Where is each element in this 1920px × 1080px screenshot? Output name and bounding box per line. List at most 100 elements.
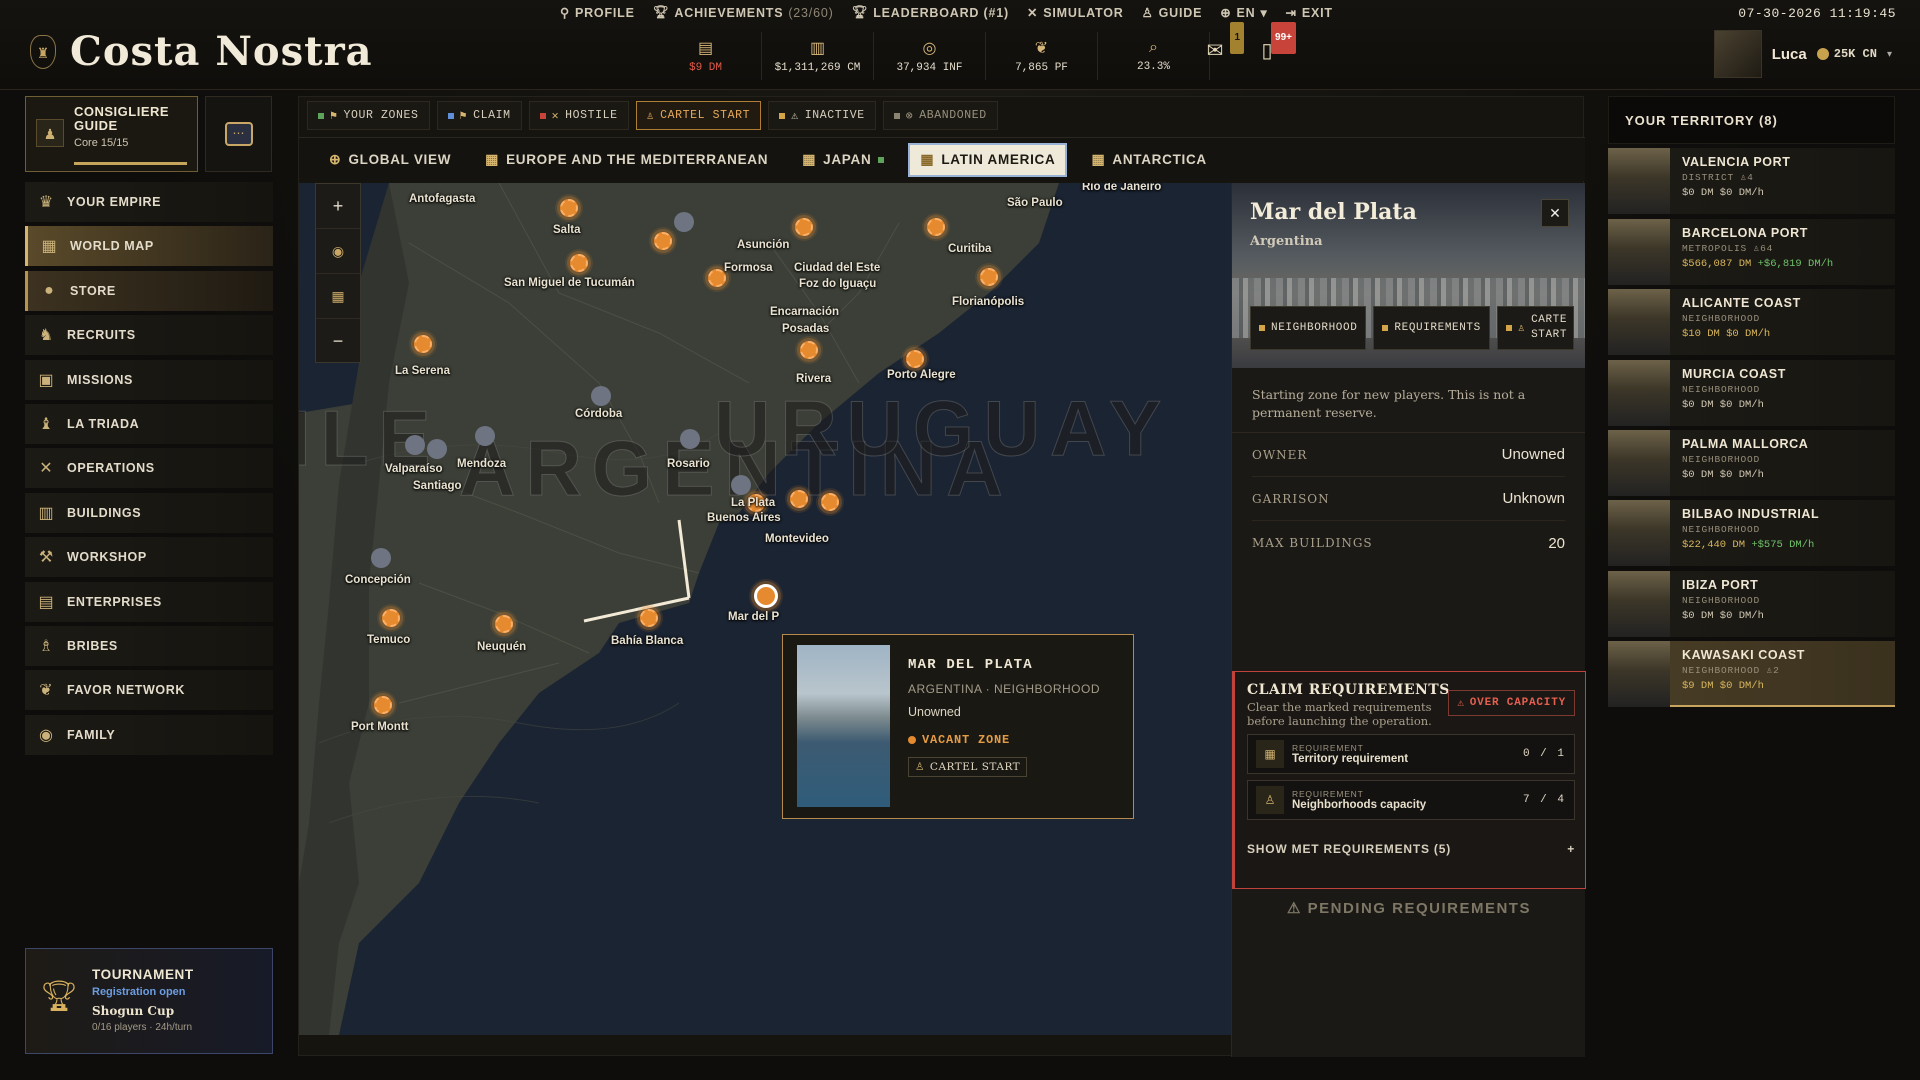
filter-claim[interactable]: ⚑ CLAIM bbox=[436, 101, 522, 130]
sidebar-item-world-map[interactable]: ▦ WORLD MAP bbox=[25, 226, 273, 267]
map-node[interactable] bbox=[927, 218, 945, 236]
tab-europe[interactable]: ▦ EUROPE AND THE MEDITERRANEAN bbox=[475, 143, 778, 177]
territory-item[interactable]: VALENCIA PORT DISTRICT ♙4 $0 DM $0 DM/h bbox=[1608, 148, 1895, 215]
sidebar-item-store[interactable]: ● STORE bbox=[25, 270, 273, 311]
territory-item[interactable]: PALMA MALLORCA NEIGHBORHOOD $0 DM $0 DM/h bbox=[1608, 429, 1895, 496]
tournament-card[interactable]: 🏆︎ TOURNAMENT Registration open Shogun C… bbox=[25, 948, 273, 1054]
close-button[interactable]: ✕ bbox=[1541, 199, 1569, 227]
user-menu[interactable]: Luca 25K CN ▾ bbox=[1713, 30, 1892, 78]
territory-header: YOUR TERRITORY (8) bbox=[1608, 96, 1895, 144]
zoom-in-button[interactable]: + bbox=[316, 184, 360, 229]
requirement-count: 0 / 1 bbox=[1522, 748, 1566, 760]
filter-inactive[interactable]: ⚠ INACTIVE bbox=[768, 101, 876, 130]
sidebar-item-family[interactable]: ◉ FAMILY bbox=[25, 714, 273, 755]
sidebar-item-workshop[interactable]: ⚒ WORKSHOP bbox=[25, 537, 273, 578]
nav-leaderboard[interactable]: 🏆︎ LEADERBOARD (#1) bbox=[852, 5, 1009, 20]
mail-icon[interactable]: ✉ 1 bbox=[1200, 22, 1244, 66]
tab-cartel-start[interactable]: ♙ CARTE START bbox=[1496, 306, 1575, 350]
show-met-requirements[interactable]: SHOW MET REQUIREMENTS (5) + bbox=[1247, 842, 1575, 856]
territory-item[interactable]: IBIZA PORT NEIGHBORHOOD $0 DM $0 DM/h bbox=[1608, 570, 1895, 637]
tab-global-view[interactable]: ⊕ GLOBAL VIEW bbox=[319, 143, 461, 177]
map-node[interactable] bbox=[414, 335, 432, 353]
locate-button[interactable]: ◉ bbox=[316, 229, 360, 274]
filter-your-zones[interactable]: ⚑ YOUR ZONES bbox=[307, 101, 430, 130]
map-node[interactable] bbox=[800, 341, 818, 359]
cartel-icon: ♙ bbox=[915, 761, 925, 773]
tab-japan[interactable]: ▦ JAPAN bbox=[792, 143, 894, 177]
tab-label: GLOBAL VIEW bbox=[348, 152, 452, 167]
filter-hostile[interactable]: ✕ HOSTILE bbox=[528, 101, 629, 130]
map-node[interactable] bbox=[680, 429, 700, 449]
resource-heat[interactable]: ⌕ 23.3% bbox=[1098, 32, 1210, 80]
zone-popup[interactable]: MAR DEL PLATA ARGENTINA · NEIGHBORHOOD U… bbox=[782, 634, 1134, 819]
consigliere-guide[interactable]: ♟ CONSIGLIERE GUIDE Core 15/15 bbox=[25, 96, 198, 172]
map-node[interactable] bbox=[427, 439, 447, 459]
territory-item[interactable]: BILBAO INDUSTRIAL NEIGHBORHOOD $22,440 DM … bbox=[1608, 500, 1895, 567]
city-label: Mar del P bbox=[728, 611, 780, 623]
map-node[interactable] bbox=[371, 548, 391, 568]
resource-clean-money[interactable]: ▥ $1,311,269 CM bbox=[762, 32, 874, 80]
sidebar-item-missions[interactable]: ▣ MISSIONS bbox=[25, 359, 273, 400]
map-canvas[interactable]: ILE ARGENTINA URUGUAY Antofagasta Salta … bbox=[299, 183, 1231, 1035]
map-node[interactable] bbox=[795, 218, 813, 236]
map-node[interactable] bbox=[640, 609, 658, 627]
sidebar-item-operations[interactable]: ✕ OPERATIONS bbox=[25, 448, 273, 489]
nav-exit[interactable]: ⇥ EXIT bbox=[1286, 5, 1333, 21]
map-node[interactable] bbox=[382, 609, 400, 627]
map-node[interactable] bbox=[570, 254, 588, 272]
phone-icon[interactable]: ▯ 99+ bbox=[1252, 22, 1296, 66]
guide-progress-bar bbox=[74, 162, 187, 165]
requirement-row[interactable]: ♙ REQUIREMENT Neighborhoods capacity 7 / … bbox=[1247, 780, 1575, 820]
map-mode-button[interactable]: ▦ bbox=[316, 274, 360, 319]
sidebar-item-la-triada[interactable]: ♝ LA TRIADA bbox=[25, 403, 273, 444]
filter-abandoned[interactable]: ⊗ ABANDONED bbox=[882, 101, 998, 130]
sidebar-item-favor-network[interactable]: ❦ FAVOR NETWORK bbox=[25, 670, 273, 711]
map-node-selected[interactable] bbox=[754, 584, 778, 608]
map-node[interactable] bbox=[821, 493, 839, 511]
chat-button[interactable]: ⋯ bbox=[205, 96, 272, 172]
pending-requirements-button[interactable]: ⚠ PENDING REQUIREMENTS bbox=[1232, 899, 1586, 917]
tab-latin-america[interactable]: ▦ LATIN AMERICA bbox=[908, 142, 1068, 177]
map-node[interactable] bbox=[591, 386, 611, 406]
map-node[interactable] bbox=[475, 426, 495, 446]
requirement-row[interactable]: ▦ REQUIREMENT Territory requirement 0 / 1 bbox=[1247, 734, 1575, 774]
map-node[interactable] bbox=[495, 615, 513, 633]
tab-antarctica[interactable]: ▦ ANTARCTICA bbox=[1081, 143, 1216, 177]
map-node[interactable] bbox=[654, 232, 672, 250]
map-node[interactable] bbox=[374, 696, 392, 714]
nav-guide[interactable]: ♙ GUIDE bbox=[1142, 5, 1203, 21]
territory-type: NEIGHBORHOOD bbox=[1682, 594, 1761, 606]
map-node[interactable] bbox=[405, 435, 425, 455]
resource-favor[interactable]: ❦ 7,865 PF bbox=[986, 32, 1098, 80]
map-node[interactable] bbox=[980, 268, 998, 286]
territory-item[interactable]: BARCELONA PORT METROPOLIS ♙64 $566,087 DM … bbox=[1608, 218, 1895, 285]
map-node[interactable] bbox=[560, 199, 578, 217]
zoom-out-button[interactable]: − bbox=[316, 319, 360, 364]
sidebar-item-your-empire[interactable]: ♛ YOUR EMPIRE bbox=[25, 182, 273, 222]
territory-item-selected[interactable]: KAWASAKI COAST NEIGHBORHOOD ♙2 $9 DM $0 DM… bbox=[1608, 641, 1895, 708]
nav-profile[interactable]: ⚲ PROFILE bbox=[560, 5, 635, 21]
nav-simulator[interactable]: ✕ SIMULATOR bbox=[1027, 5, 1124, 21]
map-node[interactable] bbox=[674, 212, 694, 232]
sidebar-item-recruits[interactable]: ♞ RECRUITS bbox=[25, 315, 273, 356]
resource-influence[interactable]: ◎ 37,934 INF bbox=[874, 32, 986, 80]
tab-requirements[interactable]: REQUIREMENTS bbox=[1373, 306, 1490, 350]
territory-item[interactable]: ALICANTE COAST NEIGHBORHOOD $10 DM $0 DM/h bbox=[1608, 289, 1895, 356]
nav-label: SIMULATOR bbox=[1043, 5, 1124, 20]
nav-achievements[interactable]: 🏆︎ ACHIEVEMENTS (23/60) bbox=[653, 5, 834, 20]
nav-label: EXIT bbox=[1301, 5, 1333, 20]
resource-dirty-money[interactable]: ▤ $9 DM bbox=[650, 32, 762, 80]
tab-neighborhood[interactable]: NEIGHBORHOOD bbox=[1250, 306, 1367, 350]
sidebar-item-enterprises[interactable]: ▤ ENTERPRISES bbox=[25, 581, 273, 622]
territory-item[interactable]: MURCIA COAST NEIGHBORHOOD $0 DM $0 DM/h bbox=[1608, 359, 1895, 426]
filter-cartel-start[interactable]: ♙ CARTEL START bbox=[635, 101, 762, 130]
language-select[interactable]: ⊕ EN ▾ bbox=[1220, 5, 1267, 21]
map-node[interactable] bbox=[731, 475, 751, 495]
map-node[interactable] bbox=[906, 350, 924, 368]
sidebar-item-buildings[interactable]: ▥ BUILDINGS bbox=[25, 492, 273, 533]
map-node[interactable] bbox=[790, 490, 808, 508]
sidebar-item-bribes[interactable]: ♗ BRIBES bbox=[25, 625, 273, 666]
territory-type: NEIGHBORHOOD bbox=[1682, 313, 1761, 325]
avatar bbox=[1713, 30, 1762, 78]
family-crest-icon: ◉ bbox=[39, 726, 53, 744]
